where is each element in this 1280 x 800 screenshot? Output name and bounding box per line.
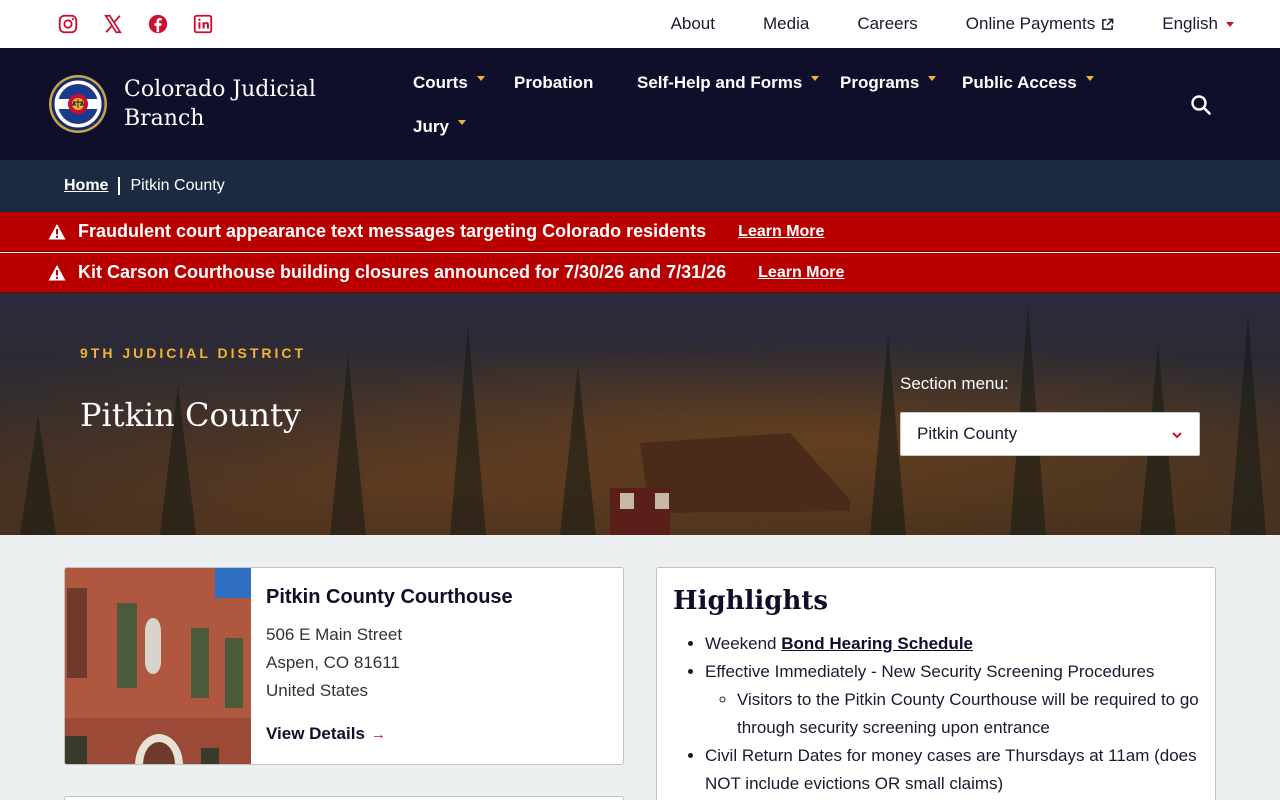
alert-banner-fraud: Fraudulent court appearance text message… bbox=[0, 212, 1280, 252]
warning-icon bbox=[48, 264, 66, 280]
x-link[interactable] bbox=[101, 12, 124, 35]
warning-icon bbox=[48, 223, 66, 239]
courthouse-card: Pitkin County Courthouse 506 E Main Stre… bbox=[64, 567, 624, 765]
nav-courts[interactable]: Courts bbox=[413, 73, 485, 93]
nav-probation-label: Probation bbox=[514, 73, 594, 92]
colorado-courts-seal-logo[interactable] bbox=[48, 74, 108, 134]
alert-learn-more-link[interactable]: Learn More bbox=[758, 264, 844, 282]
x-icon bbox=[103, 14, 122, 33]
view-details-link[interactable]: View Details → bbox=[266, 724, 386, 744]
facebook-icon bbox=[148, 14, 167, 33]
careers-link[interactable]: Careers bbox=[857, 14, 917, 34]
section-menu-value: Pitkin County bbox=[917, 424, 1018, 443]
nav-self-help-label: Self-Help and Forms bbox=[637, 73, 803, 92]
nav-public-access-label: Public Access bbox=[962, 73, 1077, 92]
district-eyebrow: 9TH JUDICIAL DISTRICT bbox=[80, 345, 307, 361]
nav-jury[interactable]: Jury bbox=[413, 117, 466, 137]
main-header: Colorado Judicial Branch Courts Probatio… bbox=[0, 48, 1280, 160]
utility-bar: About Media Careers Online Payments Engl… bbox=[0, 0, 1280, 48]
second-card bbox=[64, 796, 624, 800]
section-menu-select[interactable]: Pitkin County bbox=[900, 412, 1200, 456]
highlights-title: Highlights bbox=[673, 586, 829, 616]
breadcrumb-separator bbox=[118, 177, 121, 195]
highlights-list: Weekend Bond Hearing Schedule Effective … bbox=[705, 630, 1205, 798]
alert-banner-closures: Kit Carson Courthouse building closures … bbox=[0, 253, 1280, 293]
caret-down-icon bbox=[928, 75, 937, 81]
social-links bbox=[56, 12, 214, 35]
caret-down-icon bbox=[1085, 75, 1094, 81]
highlight-sublist: Visitors to the Pitkin County Courthouse… bbox=[705, 686, 1205, 742]
caret-down-icon bbox=[476, 75, 485, 81]
instagram-link[interactable] bbox=[56, 12, 79, 35]
cabin-image bbox=[610, 433, 850, 535]
nav-public-access[interactable]: Public Access bbox=[962, 73, 1094, 93]
highlight-item: Civil Return Dates for money cases are T… bbox=[705, 742, 1205, 798]
breadcrumb-current: Pitkin County bbox=[130, 177, 225, 194]
alert-learn-more-link[interactable]: Learn More bbox=[738, 223, 824, 241]
brand-line-2: Branch bbox=[124, 106, 205, 131]
courthouse-name: Pitkin County Courthouse bbox=[266, 586, 513, 608]
highlights-panel: Highlights Weekend Bond Hearing Schedule… bbox=[656, 567, 1216, 800]
courthouse-street: 506 E Main Street bbox=[266, 625, 403, 644]
section-menu-label: Section menu: bbox=[900, 374, 1009, 393]
breadcrumb: Home Pitkin County bbox=[0, 160, 1280, 212]
highlight-item: Weekend Bond Hearing Schedule bbox=[705, 630, 1205, 658]
brand-line-1: Colorado Judicial bbox=[124, 77, 316, 102]
hero-banner: 9TH JUDICIAL DISTRICT Pitkin County Sect… bbox=[0, 293, 1280, 535]
nav-programs-label: Programs bbox=[840, 73, 920, 92]
online-payments-label: Online Payments bbox=[965, 14, 1096, 33]
courthouse-city: Aspen, CO 81611 bbox=[266, 653, 400, 672]
instagram-icon bbox=[58, 14, 77, 33]
view-details-label: View Details bbox=[266, 724, 365, 743]
nav-jury-label: Jury bbox=[413, 117, 449, 136]
highlight-item: Effective Immediately - New Security Scr… bbox=[705, 658, 1205, 742]
nav-programs[interactable]: Programs bbox=[840, 73, 937, 93]
language-label: English bbox=[1162, 14, 1218, 33]
caret-down-icon bbox=[1226, 21, 1234, 27]
alert-message: Kit Carson Courthouse building closures … bbox=[78, 262, 727, 282]
external-link-icon bbox=[1102, 18, 1114, 30]
arrow-right-icon: → bbox=[370, 725, 386, 743]
courthouse-country: United States bbox=[266, 681, 369, 700]
page-title: Pitkin County bbox=[80, 396, 301, 434]
about-link[interactable]: About bbox=[671, 14, 715, 34]
nav-courts-label: Courts bbox=[413, 73, 468, 92]
linkedin-icon bbox=[193, 14, 212, 33]
media-link[interactable]: Media bbox=[763, 14, 809, 34]
alert-message: Fraudulent court appearance text message… bbox=[78, 221, 707, 241]
online-payments-link[interactable]: Online Payments bbox=[966, 14, 1114, 34]
search-icon[interactable] bbox=[1190, 94, 1212, 116]
caret-down-icon bbox=[457, 119, 466, 125]
highlight-item-text: Effective Immediately - New Security Scr… bbox=[705, 662, 1155, 681]
facebook-link[interactable] bbox=[146, 12, 169, 35]
bond-hearing-schedule-link[interactable]: Bond Hearing Schedule bbox=[781, 634, 973, 653]
nav-probation[interactable]: Probation bbox=[514, 73, 593, 93]
courthouse-photo bbox=[65, 568, 251, 764]
highlight-item-prefix: Weekend bbox=[705, 634, 777, 653]
brand-name[interactable]: Colorado Judicial Branch bbox=[124, 75, 324, 133]
utility-links: About Media Careers Online Payments Engl… bbox=[671, 14, 1234, 34]
breadcrumb-home-link[interactable]: Home bbox=[64, 177, 108, 195]
nav-self-help[interactable]: Self-Help and Forms bbox=[637, 73, 820, 93]
chevron-down-icon bbox=[1172, 432, 1182, 439]
linkedin-link[interactable] bbox=[191, 12, 214, 35]
language-selector[interactable]: English bbox=[1162, 14, 1234, 34]
highlight-subitem: Visitors to the Pitkin County Courthouse… bbox=[737, 686, 1205, 742]
caret-down-icon bbox=[811, 75, 820, 81]
